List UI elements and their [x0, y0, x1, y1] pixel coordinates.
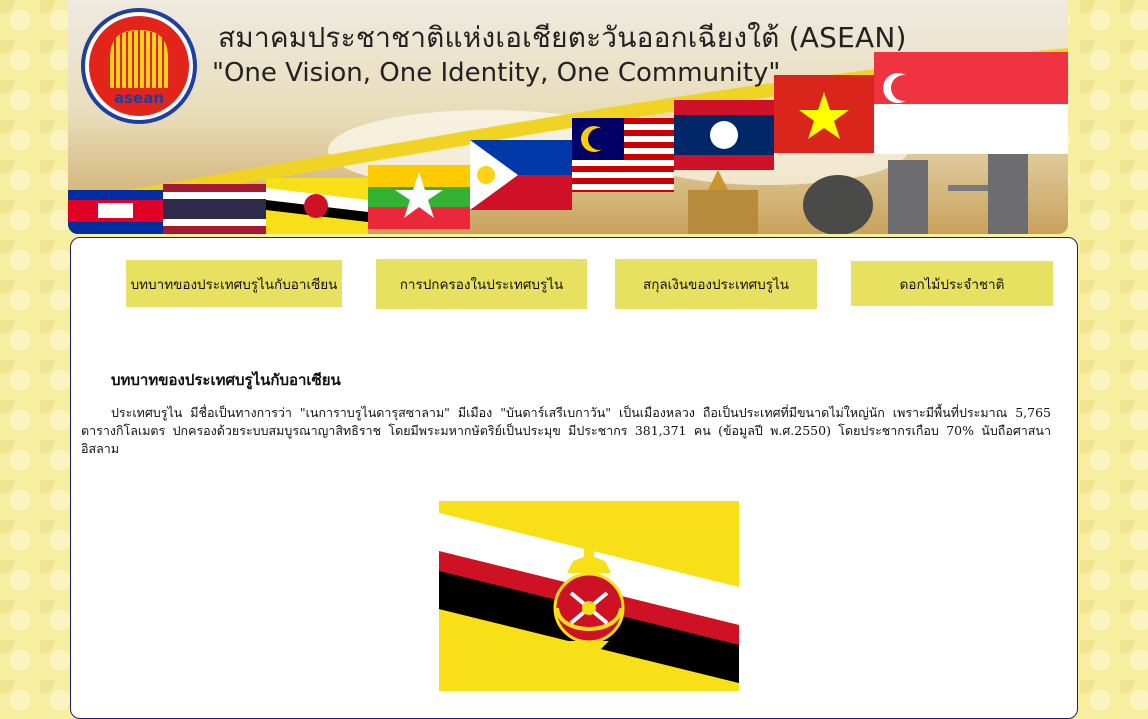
- nav-label: การปกครองในประเทศบรูไน: [399, 277, 564, 293]
- header-banner: asean สมาคมประชาชาติแห่งเอเชียตะวันออกเฉ…: [68, 0, 1068, 234]
- nav-brunei-asean-role[interactable]: บทบาทของประเทศบรูไนกับอาเซียน: [126, 260, 342, 307]
- singapore-flag: [874, 52, 1068, 154]
- malaysia-flag: [572, 118, 674, 192]
- laos-flag: [674, 100, 774, 170]
- nav-label: สกุลเงินของประเทศบรูไน: [642, 277, 790, 293]
- nav-label: บทบาทของประเทศบรูไนกับอาเซียน: [130, 276, 338, 293]
- intro-paragraph: ประเทศบรูไน มีชื่อเป็นทางการว่า "เนการาบ…: [81, 405, 1051, 456]
- cambodia-flag: [68, 190, 163, 234]
- content-panel: บทบาทของประเทศบรูไนกับอาเซียน การปกครองใ…: [70, 237, 1078, 719]
- thailand-flag: [163, 184, 266, 234]
- nav-brunei-government[interactable]: การปกครองในประเทศบรูไน: [376, 259, 587, 309]
- nav-label: ดอกไม้ประจำชาติ: [899, 276, 1005, 293]
- brunei-flag: [266, 178, 368, 234]
- svg-text:asean: asean: [114, 89, 164, 107]
- myanmar-flag: [368, 165, 470, 229]
- brunei-flag-image: [439, 501, 739, 691]
- philippines-flag: [470, 140, 572, 210]
- nav-national-flower[interactable]: ดอกไม้ประจำชาติ: [851, 261, 1053, 306]
- nav-brunei-currency[interactable]: สกุลเงินของประเทศบรูไน: [615, 259, 817, 309]
- asean-logo: asean: [81, 8, 197, 124]
- site-slogan: "One Vision, One Identity, One Community…: [212, 58, 781, 88]
- section-heading: บทบาทของประเทศบรูไนกับอาเซียน: [111, 371, 341, 389]
- vietnam-flag: [774, 75, 874, 153]
- site-title: สมาคมประชาชาติแห่งเอเชียตะวันออกเฉียงใต้…: [218, 21, 907, 54]
